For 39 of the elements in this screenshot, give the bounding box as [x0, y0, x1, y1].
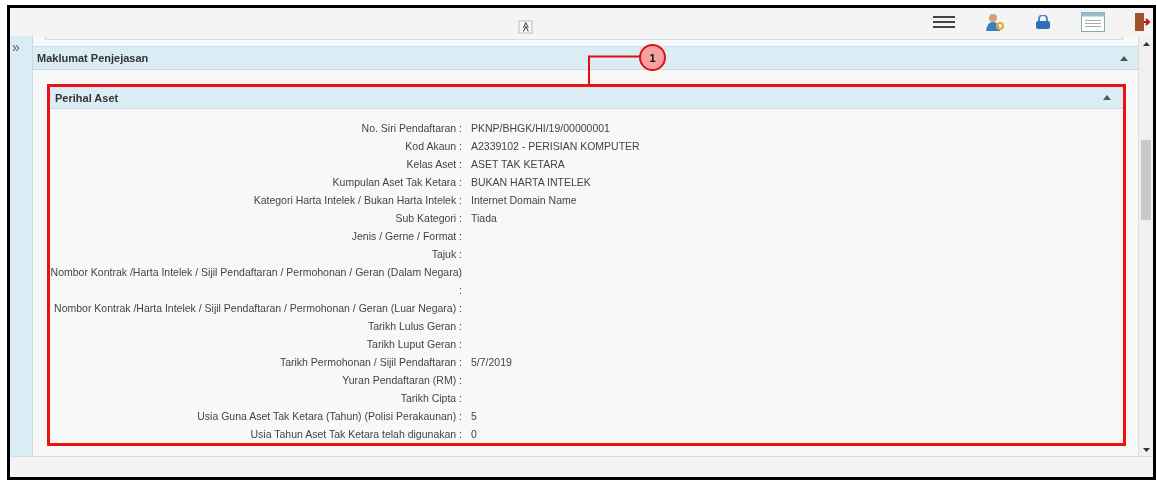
collapse-caret-icon[interactable]	[1120, 55, 1128, 61]
scroll-up-icon[interactable]	[1142, 42, 1150, 46]
expand-sidebar-button[interactable]: »	[12, 40, 20, 54]
field-label: Tarikh Luput Geran :	[365, 337, 462, 352]
field-value: 5	[471, 409, 478, 424]
field-label: Tarikh Lulus Geran :	[367, 319, 462, 334]
collapse-toolbar-button[interactable]: ≫	[518, 20, 533, 34]
field-label: Kumpulan Aset Tak Ketara :	[331, 175, 462, 190]
field-label: Usia Guna Aset Tak Ketara (Tahun) (Polisi Perakaunan) :	[196, 409, 462, 424]
field-value: Internet Domain Name	[471, 193, 578, 208]
field-label: Sub Kategori :	[394, 211, 462, 226]
field-value: ASET TAK KETARA	[471, 157, 566, 172]
menu-icon[interactable]	[933, 16, 955, 28]
field-label: Nombor Kontrak /Harta Intelek / Sijil Pendaftaran / Permohonan / Geran (Dalam Negara) :	[50, 265, 462, 298]
scroll-down-icon[interactable]	[1142, 448, 1150, 452]
collapse-caret-icon[interactable]	[1103, 95, 1111, 100]
field-value: 5/7/2019	[471, 355, 513, 370]
field-label: Tarikh Cipta :	[399, 391, 462, 406]
field-value: Tiada	[471, 211, 498, 226]
exit-door-icon[interactable]	[1135, 12, 1151, 32]
field-value: A2339102 - PERISIAN KOMPUTER	[471, 139, 641, 154]
field-label: Kod Akaun :	[404, 139, 462, 154]
scrollbar-thumb[interactable]	[1141, 140, 1151, 220]
field-label: Tarikh Permohonan / Sijil Pendaftaran :	[278, 355, 462, 370]
field-label: Kelas Aset :	[405, 157, 462, 172]
user-key-icon[interactable]	[985, 13, 1005, 31]
lock-icon[interactable]	[1035, 15, 1051, 29]
field-value: 0	[471, 427, 478, 442]
field-label: Tajuk :	[430, 247, 462, 262]
field-value: PKNP/BHGK/HI/19/00000001	[471, 121, 611, 136]
field-label: Yuran Pendaftaran (RM) :	[341, 373, 462, 388]
field-label: Jenis / Gerne / Format :	[350, 229, 462, 244]
field-label: Kategori Harta Intelek / Bukan Harta Intelek :	[252, 193, 462, 208]
field-label: No. Siri Pendaftaran :	[360, 121, 462, 136]
scrollbar[interactable]	[1138, 36, 1153, 456]
field-value: BUKAN HARTA INTELEK	[471, 175, 592, 190]
panel-header[interactable]: Perihal Aset	[50, 87, 1123, 109]
field-label: Nombor Kontrak /Harta Intelek / Sijil Pendaftaran / Permohonan / Geran (Luar Negara) :	[53, 301, 462, 316]
field-label: Usia Tahun Aset Tak Ketara telah digunakan :	[249, 427, 462, 442]
